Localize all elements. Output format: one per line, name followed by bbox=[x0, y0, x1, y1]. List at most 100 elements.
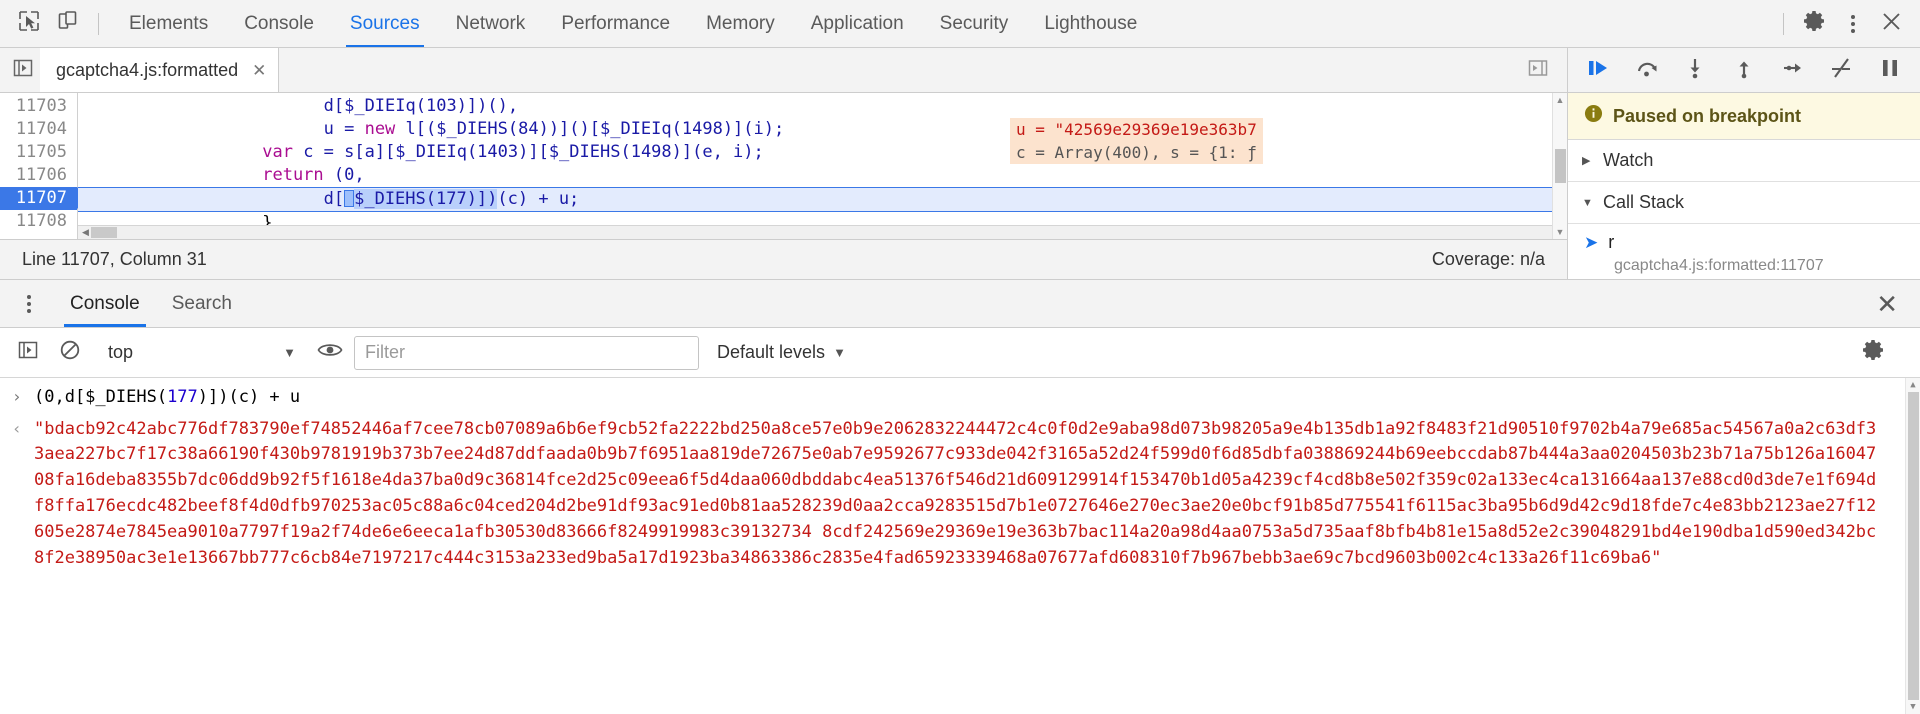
pause-on-exceptions-button[interactable] bbox=[1873, 53, 1907, 87]
tab-elements-label: Elements bbox=[129, 12, 209, 34]
step-into-button[interactable] bbox=[1678, 53, 1712, 87]
drawer-tab-console[interactable]: Console bbox=[54, 280, 156, 327]
step-over-icon bbox=[1635, 56, 1659, 85]
tab-lighthouse[interactable]: Lighthouse bbox=[1026, 0, 1155, 47]
console-message-list[interactable]: › (0,d[$_DIEHS(177)])(c) + u ‹ "bdacb92c… bbox=[0, 378, 1920, 714]
toolbar-right-group bbox=[1771, 5, 1910, 43]
drawer-tab-console-label: Console bbox=[70, 292, 140, 314]
kebab-menu-icon bbox=[1838, 14, 1868, 33]
tab-elements[interactable]: Elements bbox=[111, 0, 226, 47]
call-stack-frame-r[interactable]: ➤ r gcaptcha4.js:formatted:11707 bbox=[1568, 224, 1920, 285]
tab-sources[interactable]: Sources bbox=[332, 0, 438, 47]
drawer-tab-search[interactable]: Search bbox=[156, 280, 248, 327]
console-output-row[interactable]: ‹ "bdacb92c42abc776df783790ef74852446af7… bbox=[0, 410, 1920, 572]
tab-security[interactable]: Security bbox=[922, 0, 1027, 47]
console-drawer: Console Search ✕ top ▼ Filter Default le… bbox=[0, 280, 1920, 714]
step-over-button[interactable] bbox=[1630, 53, 1664, 87]
clear-console-button[interactable] bbox=[52, 335, 88, 371]
scroll-down-arrow[interactable]: ▼ bbox=[1556, 227, 1565, 237]
drawer-more-options-button[interactable] bbox=[14, 294, 44, 313]
line-number-current[interactable]: 11707 bbox=[0, 187, 88, 210]
show-console-sidebar-icon bbox=[17, 339, 39, 366]
line-number[interactable]: 11708 bbox=[0, 210, 77, 233]
code-text: d[$_DIEIq(103)])(), bbox=[78, 96, 519, 116]
code-text: d[ bbox=[78, 189, 345, 209]
tab-console-label: Console bbox=[244, 12, 314, 34]
tab-memory[interactable]: Memory bbox=[688, 0, 793, 47]
line-number[interactable]: 11704 bbox=[0, 118, 77, 141]
inline-value-c: c = Array(400), s = {1: ƒ bbox=[1010, 141, 1263, 164]
resume-icon bbox=[1586, 56, 1610, 85]
scroll-down-arrow[interactable]: ▼ bbox=[1910, 702, 1915, 712]
live-expression-button[interactable] bbox=[312, 335, 348, 371]
show-navigator-icon bbox=[12, 57, 34, 84]
call-stack-section-header[interactable]: ▼ Call Stack bbox=[1568, 182, 1920, 224]
file-tab-close-icon[interactable]: ✕ bbox=[252, 62, 266, 79]
editor-vertical-scrollbar[interactable]: ▲ ▼ bbox=[1552, 93, 1567, 239]
step-out-button[interactable] bbox=[1727, 53, 1761, 87]
line-number[interactable]: 11706 bbox=[0, 164, 77, 187]
console-settings-button[interactable] bbox=[1856, 335, 1892, 371]
console-sidebar-button[interactable] bbox=[10, 335, 46, 371]
scroll-up-arrow[interactable]: ▲ bbox=[1556, 95, 1565, 105]
line-number[interactable]: 11703 bbox=[0, 95, 77, 118]
editor-horizontal-scrollbar[interactable]: ◀ bbox=[78, 225, 1552, 239]
gear-icon bbox=[1862, 338, 1886, 367]
code-keyword: return bbox=[262, 165, 324, 185]
code-keyword: var bbox=[262, 142, 293, 162]
show-debugger-sidebar-button[interactable] bbox=[1521, 53, 1555, 87]
console-input-row[interactable]: › (0,d[$_DIEHS(177)])(c) + u bbox=[0, 378, 1920, 410]
resume-button[interactable] bbox=[1581, 53, 1615, 87]
console-scroll-thumb[interactable] bbox=[1907, 392, 1919, 700]
more-options-button[interactable] bbox=[1834, 5, 1872, 43]
sources-panel: gcaptcha4.js:formatted ✕ 11703 11704 117… bbox=[0, 48, 1920, 280]
code-editor[interactable]: 11703 11704 11705 11706 11707 11708 d[$_… bbox=[0, 93, 1567, 239]
call-stack-frame-row[interactable]: ➤ r bbox=[1568, 224, 1920, 257]
expr-number: 177 bbox=[167, 387, 198, 407]
tab-console[interactable]: Console bbox=[226, 0, 332, 47]
close-devtools-button[interactable] bbox=[1872, 5, 1910, 43]
inspect-element-button[interactable] bbox=[10, 5, 48, 43]
javascript-context-selector[interactable]: top ▼ bbox=[94, 336, 306, 370]
toolbar-divider-right bbox=[1783, 12, 1784, 35]
vscroll-thumb[interactable] bbox=[1554, 149, 1566, 183]
code-line-11704[interactable]: u = new l[($_DIEHS(84))]()[$_DIEIq(1498)… bbox=[78, 118, 1552, 141]
hscroll-thumb[interactable] bbox=[90, 227, 117, 238]
device-toolbar-button[interactable] bbox=[48, 5, 86, 43]
code-text-selected: $_DIEHS(177)]) bbox=[354, 189, 498, 209]
inspect-cursor-icon bbox=[18, 10, 40, 37]
deactivate-breakpoints-button[interactable] bbox=[1824, 53, 1858, 87]
step-button[interactable] bbox=[1776, 53, 1810, 87]
inline-value-u: u = "42569e29369e19e363b7 bbox=[1010, 118, 1263, 141]
console-log-levels-selector[interactable]: Default levels ▼ bbox=[705, 336, 858, 370]
code-line-11703[interactable]: d[$_DIEIq(103)])(), bbox=[78, 95, 1552, 118]
tab-security-label: Security bbox=[939, 12, 1009, 34]
line-number[interactable]: 11705 bbox=[0, 141, 77, 164]
step-icon bbox=[1781, 56, 1805, 85]
file-tab-gcaptcha4[interactable]: gcaptcha4.js:formatted ✕ bbox=[40, 48, 280, 92]
close-icon bbox=[1880, 10, 1903, 38]
code-line-11707-current[interactable]: d[$_DIEHS(177)])(c) + u; bbox=[78, 187, 1552, 212]
call-stack-section-label: Call Stack bbox=[1603, 192, 1685, 212]
expr-suffix: )])(c) + u bbox=[197, 387, 301, 407]
tab-performance[interactable]: Performance bbox=[543, 0, 688, 47]
toolbar-divider bbox=[98, 12, 99, 35]
tab-application-label: Application bbox=[810, 12, 904, 34]
code-line-11706[interactable]: return (0, bbox=[78, 164, 1552, 187]
scroll-left-arrow[interactable]: ◀ bbox=[82, 227, 89, 238]
tab-network[interactable]: Network bbox=[438, 0, 544, 47]
settings-button[interactable] bbox=[1796, 5, 1834, 43]
console-output-value: "bdacb92c42abc776df783790ef74852446af7ce… bbox=[34, 418, 1877, 568]
code-text: l[($_DIEHS(84))]()[$_DIEIq(1498)](i); bbox=[395, 119, 785, 139]
console-output-marker-icon: ‹ bbox=[12, 418, 22, 438]
scroll-up-arrow[interactable]: ▲ bbox=[1910, 380, 1915, 390]
console-filter-input[interactable] bbox=[354, 335, 699, 370]
watch-section-header[interactable]: ▶ Watch bbox=[1568, 140, 1920, 182]
console-vertical-scrollbar[interactable]: ▲ ▼ bbox=[1905, 378, 1920, 714]
tab-application[interactable]: Application bbox=[793, 0, 922, 47]
show-navigator-button[interactable] bbox=[6, 53, 40, 87]
drawer-close-icon[interactable]: ✕ bbox=[1854, 291, 1920, 317]
code-line-11705[interactable]: var c = s[a][$_DIEIq(1403)][$_DIEHS(1498… bbox=[78, 141, 1552, 164]
code-lines[interactable]: d[$_DIEIq(103)])(), u = new l[($_DIEHS(8… bbox=[78, 93, 1552, 239]
debugger-toolbar bbox=[1568, 48, 1920, 93]
